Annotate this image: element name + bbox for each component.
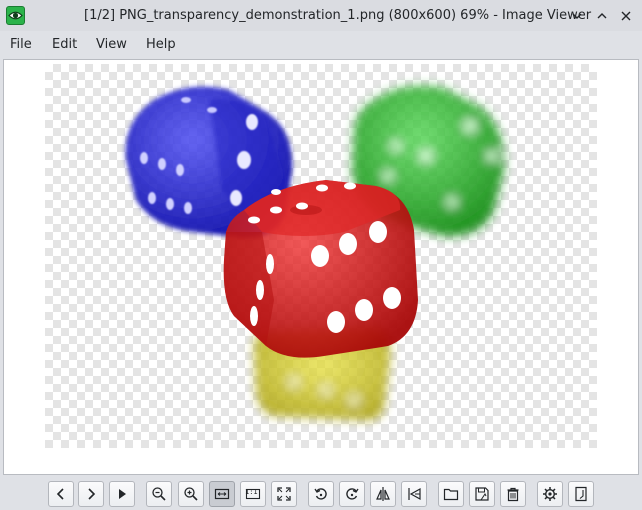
slideshow-button[interactable] bbox=[109, 481, 135, 507]
minimize-icon[interactable] bbox=[567, 6, 587, 26]
about-button[interactable] bbox=[568, 481, 594, 507]
window-title: [1/2] PNG_transparency_demonstration_1.p… bbox=[84, 8, 592, 23]
maximize-icon[interactable] bbox=[592, 6, 612, 26]
delete-button[interactable] bbox=[500, 481, 526, 507]
close-icon[interactable] bbox=[616, 6, 636, 26]
trash-icon bbox=[507, 487, 519, 502]
menu-bar: File Edit View Help bbox=[0, 31, 642, 58]
flip-vertical-icon bbox=[408, 487, 421, 501]
zoom-in-button[interactable] bbox=[178, 481, 204, 507]
eye-icon bbox=[6, 6, 25, 25]
zoom-out-icon bbox=[152, 487, 166, 501]
title-bar[interactable]: [1/2] PNG_transparency_demonstration_1.p… bbox=[0, 0, 642, 31]
chevron-right-icon bbox=[88, 488, 96, 500]
rotate-left-icon bbox=[314, 488, 327, 500]
gear-icon bbox=[543, 487, 557, 501]
fullscreen-button[interactable] bbox=[271, 481, 297, 507]
document-icon bbox=[575, 486, 587, 502]
red-die bbox=[223, 180, 418, 358]
menu-view[interactable]: View bbox=[96, 37, 127, 52]
next-button[interactable] bbox=[78, 481, 104, 507]
dice-icon bbox=[125, 85, 505, 421]
flip-vertical-button[interactable] bbox=[401, 481, 427, 507]
menu-file[interactable]: File bbox=[10, 37, 32, 52]
bottom-toolbar: 1:1 bbox=[0, 477, 642, 510]
play-icon bbox=[119, 489, 126, 499]
folder-icon bbox=[443, 488, 459, 501]
previous-button[interactable] bbox=[48, 481, 74, 507]
save-icon bbox=[475, 487, 489, 501]
save-button[interactable] bbox=[469, 481, 495, 507]
fit-window-icon bbox=[214, 488, 230, 500]
chevron-left-icon bbox=[56, 488, 64, 500]
flip-horizontal-button[interactable] bbox=[370, 481, 396, 507]
rotate-right-icon bbox=[346, 488, 359, 500]
original-size-label: 1:1 bbox=[245, 488, 258, 496]
original-size-button[interactable]: 1:1 bbox=[240, 481, 266, 507]
fit-to-window-button[interactable] bbox=[209, 481, 235, 507]
rotate-left-button[interactable] bbox=[308, 481, 334, 507]
preferences-button[interactable] bbox=[537, 481, 563, 507]
rotate-right-button[interactable] bbox=[339, 481, 365, 507]
menu-edit[interactable]: Edit bbox=[52, 37, 77, 52]
fullscreen-icon bbox=[277, 487, 291, 501]
open-file-button[interactable] bbox=[438, 481, 464, 507]
zoom-in-icon bbox=[184, 487, 198, 501]
image-viewport[interactable] bbox=[3, 59, 639, 475]
zoom-out-button[interactable] bbox=[146, 481, 172, 507]
menu-help[interactable]: Help bbox=[146, 37, 176, 52]
flip-horizontal-icon bbox=[376, 487, 390, 501]
